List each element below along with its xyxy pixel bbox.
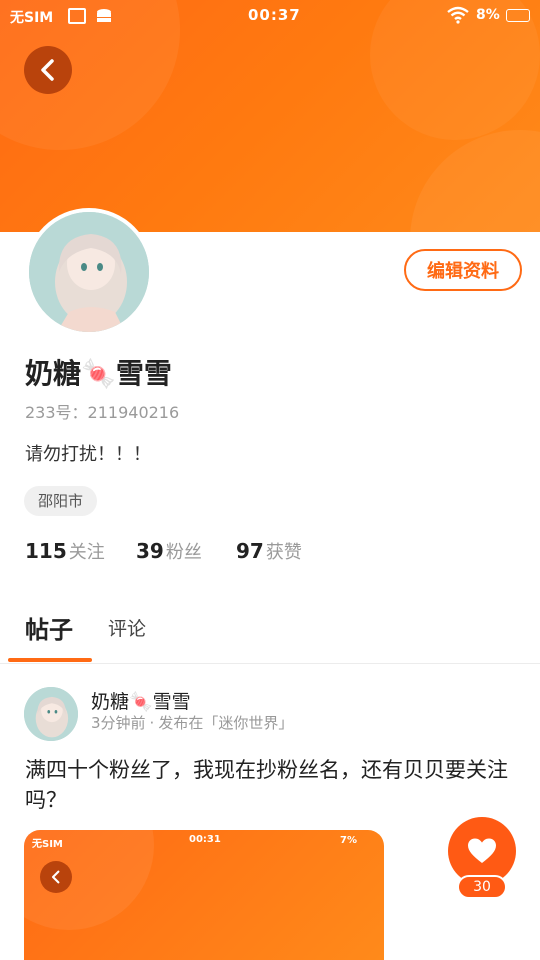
status-bar: 无SIM 00:37 8% <box>0 0 540 34</box>
post-item[interactable]: 奶糖🍬雪雪 3分钟前 · 发布在「迷你世界」 满四十个粉丝了，我现在抄粉丝名，还有贝… <box>0 680 540 960</box>
tab-posts[interactable]: 帖子 <box>25 610 73 645</box>
likes-stat[interactable]: 97 获赞 <box>236 538 302 564</box>
carrier-text: 无SIM <box>10 10 54 26</box>
followers-count: 39 <box>136 539 164 563</box>
post-time: 3分钟前 <box>91 714 146 732</box>
profile-tabs: 帖子 评论 <box>0 600 540 664</box>
followers-stat[interactable]: 39 粉丝 <box>136 538 202 564</box>
battery-icon <box>506 9 530 22</box>
followers-label: 粉丝 <box>165 542 202 563</box>
profile-bio: 请勿打扰！！！ <box>25 444 151 465</box>
post-author-name[interactable]: 奶糖🍬雪雪 <box>91 687 191 714</box>
avatar-image <box>29 212 149 332</box>
likes-received-count: 97 <box>236 539 264 563</box>
profile-avatar[interactable] <box>25 208 153 336</box>
location-tag[interactable]: 邵阳市 <box>24 486 98 516</box>
image-clock: 00:31 <box>189 834 221 845</box>
image-back-icon <box>40 861 72 893</box>
chevron-left-icon <box>41 59 54 81</box>
likes-received-label: 获赞 <box>265 542 302 563</box>
following-stat[interactable]: 115 关注 <box>25 538 105 564</box>
header-decoration <box>410 130 540 232</box>
profile-header: 无SIM 00:37 8% <box>0 0 540 232</box>
post-meta: 3分钟前 · 发布在「迷你世界」 <box>91 712 293 733</box>
storage-icon <box>96 8 112 30</box>
profile-name: 奶糖🍬雪雪 <box>25 357 172 390</box>
meta-separator: · <box>149 714 155 732</box>
user-id: 233号：211940216 <box>25 403 180 422</box>
following-count: 115 <box>25 539 67 563</box>
post-text: 满四十个粉丝了，我现在抄粉丝名，还有贝贝要关注吗？ <box>25 758 508 812</box>
clock: 00:37 <box>248 6 301 24</box>
image-status-bar: 无SIM 00:31 7% <box>24 830 384 852</box>
like-count-badge: 30 <box>457 875 507 899</box>
following-label: 关注 <box>68 542 105 563</box>
image-carrier-text: 无SIM <box>32 839 63 850</box>
edit-profile-button[interactable]: 编辑资料 <box>404 249 522 291</box>
wifi-icon <box>447 6 469 28</box>
post-author-avatar[interactable] <box>24 687 78 741</box>
battery-percent: 8% <box>476 7 500 23</box>
active-tab-indicator <box>8 658 92 662</box>
post-image[interactable]: 无SIM 00:31 7% <box>24 830 384 960</box>
heart-icon <box>468 838 496 863</box>
image-battery-percent: 7% <box>340 835 357 846</box>
screenshot-icon <box>68 8 86 24</box>
back-button[interactable] <box>24 46 72 94</box>
post-forum[interactable]: 发布在「迷你世界」 <box>158 714 293 732</box>
tab-comments[interactable]: 评论 <box>108 614 146 641</box>
